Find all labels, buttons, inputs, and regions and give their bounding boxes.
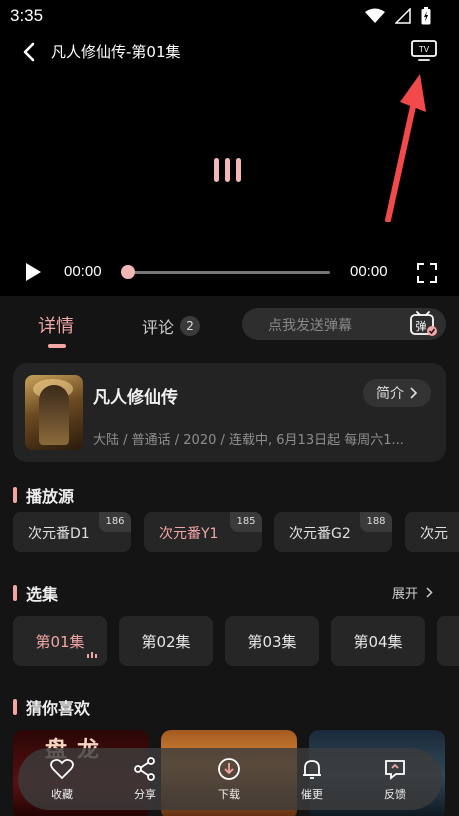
urge-button[interactable]: 催更 xyxy=(282,756,342,802)
favorite-label: 收藏 xyxy=(51,788,73,801)
episode-item[interactable]: 第04集 xyxy=(331,616,425,666)
source-count: 185 xyxy=(230,512,262,532)
source-label: 次元番D1 xyxy=(28,526,90,542)
feedback-label: 反馈 xyxy=(384,788,406,801)
tab-active-indicator xyxy=(48,344,66,348)
intro-label: 简介 xyxy=(376,386,404,402)
feedback-icon xyxy=(385,760,405,780)
battery-icon xyxy=(421,7,431,25)
favorite-button[interactable]: 收藏 xyxy=(32,756,92,802)
source-label: 次元 xyxy=(420,526,448,542)
source-chip[interactable]: 次元 xyxy=(405,512,459,552)
episodes-heading-label: 选集 xyxy=(26,585,59,604)
sources-heading-label: 播放源 xyxy=(26,487,75,506)
total-time: 00:00 xyxy=(350,263,388,280)
episode-item[interactable]: 第01集 xyxy=(13,616,107,666)
detail-tabs: 详情 评论 2 点我发送弹幕 弹 xyxy=(0,300,459,356)
poster-figure xyxy=(39,385,69,445)
action-bar: 收藏 分享 下载 催更 反馈 xyxy=(18,748,442,810)
source-chip[interactable]: 次元番Y1 185 xyxy=(144,512,262,552)
show-meta: 大陆 / 普通话 / 2020 / 连载中, 6月13日起 每周六1... xyxy=(93,433,404,448)
section-accent-bar xyxy=(13,699,17,715)
intro-button[interactable]: 简介 xyxy=(363,379,431,407)
share-button[interactable]: 分享 xyxy=(115,756,175,802)
player-controls: 00:00 00:00 xyxy=(0,260,459,288)
fullscreen-icon[interactable] xyxy=(416,262,438,284)
sources-list: 次元番D1 186 次元番Y1 185 次元番G2 188 次元 xyxy=(13,512,459,552)
section-accent-bar xyxy=(13,487,17,503)
show-info-card[interactable]: 凡人修仙传 简介 大陆 / 普通话 / 2020 / 连载中, 6月13日起 每… xyxy=(13,363,446,462)
video-title: 凡人修仙传-第01集 xyxy=(51,43,181,61)
episode-item[interactable]: 第02集 xyxy=(119,616,213,666)
episodes-heading: 选集 xyxy=(13,581,58,605)
feedback-button[interactable]: 反馈 xyxy=(365,756,425,802)
sources-heading: 播放源 xyxy=(13,483,74,507)
comment-count-badge: 2 xyxy=(180,316,201,336)
annotation-arrow-icon xyxy=(385,74,426,222)
video-player[interactable]: 凡人修仙传-第01集 TV 00:00 00:00 xyxy=(0,32,459,296)
episode-item[interactable] xyxy=(437,616,459,666)
share-icon xyxy=(134,757,155,781)
source-count: 186 xyxy=(99,512,131,532)
urge-label: 催更 xyxy=(301,788,323,801)
playing-indicator-icon xyxy=(87,652,97,658)
recommend-heading-label: 猜你喜欢 xyxy=(26,699,91,718)
back-arrow-icon[interactable] xyxy=(18,40,42,64)
episode-list: 第01集 第02集 第03集 第04集 xyxy=(13,616,459,666)
recommend-heading: 猜你喜欢 xyxy=(13,695,90,719)
source-chip[interactable]: 次元番D1 186 xyxy=(13,512,131,552)
status-time: 3:35 xyxy=(10,6,44,25)
progress-knob[interactable] xyxy=(121,265,135,279)
source-label: 次元番G2 xyxy=(289,526,351,542)
download-icon xyxy=(218,758,240,780)
play-icon[interactable] xyxy=(24,262,42,282)
show-poster[interactable] xyxy=(25,375,83,450)
bell-icon xyxy=(303,760,321,779)
svg-text:TV: TV xyxy=(419,45,430,54)
section-accent-bar xyxy=(13,585,17,601)
current-time: 00:00 xyxy=(64,263,102,280)
tab-comment[interactable]: 评论 2 xyxy=(142,314,201,338)
download-label: 下载 xyxy=(218,788,240,801)
danmaku-placeholder: 点我发送弹幕 xyxy=(268,318,352,334)
share-label: 分享 xyxy=(134,788,156,801)
source-label: 次元番Y1 xyxy=(159,526,219,542)
show-title: 凡人修仙传 xyxy=(93,388,178,408)
svg-text:弹: 弹 xyxy=(416,319,427,333)
danmaku-input[interactable]: 点我发送弹幕 弹 xyxy=(242,308,446,340)
source-count: 188 xyxy=(360,512,392,532)
loading-indicator xyxy=(214,158,241,182)
tab-comment-label: 评论 xyxy=(142,318,175,337)
tv-cast-icon[interactable]: TV xyxy=(410,39,438,63)
expand-label: 展开 xyxy=(392,587,419,602)
source-chip[interactable]: 次元番G2 188 xyxy=(274,512,392,552)
status-icons xyxy=(365,6,431,26)
episode-label: 第01集 xyxy=(35,632,85,651)
episode-label: 第04集 xyxy=(353,632,403,651)
episode-item[interactable]: 第03集 xyxy=(225,616,319,666)
chevron-right-icon xyxy=(426,587,433,598)
tab-detail-label: 详情 xyxy=(38,316,74,337)
expand-button[interactable]: 展开 xyxy=(392,583,433,602)
status-bar: 3:35 xyxy=(0,0,459,32)
episode-label: 第02集 xyxy=(141,632,191,651)
heart-icon xyxy=(50,758,74,780)
episode-label: 第03集 xyxy=(247,632,297,651)
download-button[interactable]: 下载 xyxy=(199,756,259,802)
danmaku-toggle-icon[interactable]: 弹 xyxy=(408,310,438,338)
signal-icon xyxy=(395,8,411,24)
wifi-icon xyxy=(365,8,385,23)
chevron-right-icon xyxy=(410,387,418,399)
tab-detail[interactable]: 详情 xyxy=(38,312,74,348)
progress-slider[interactable] xyxy=(121,265,330,279)
